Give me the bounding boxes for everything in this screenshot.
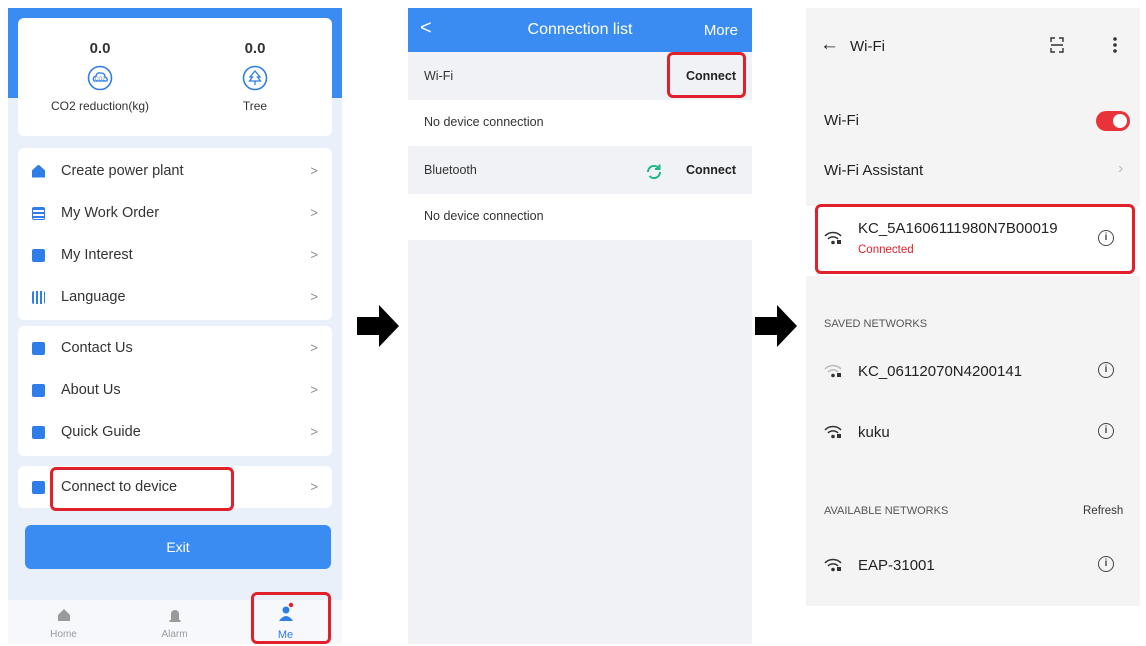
tab-label: Alarm — [161, 629, 188, 640]
home-icon — [57, 609, 70, 621]
highlight-me-tab — [251, 592, 331, 644]
info-icon[interactable]: i — [1098, 362, 1114, 378]
stats-card: 0.0 CO2 CO2 reduction(kg) 0.0 Tree — [18, 18, 332, 136]
chevron-right-icon: > — [310, 205, 318, 220]
menu-label: Contact Us — [61, 340, 133, 356]
info-icon — [32, 383, 45, 397]
more-button[interactable]: More — [704, 22, 738, 39]
tree-icon — [242, 65, 268, 91]
saved-network-item[interactable]: kuku i — [806, 412, 1140, 452]
chevron-right-icon: > — [310, 289, 318, 304]
menu-label: My Work Order — [61, 205, 160, 221]
tree-value: 0.0 — [244, 40, 266, 57]
arrow-right-icon — [357, 305, 399, 347]
refresh-button[interactable]: Refresh — [1083, 505, 1123, 517]
exit-button[interactable]: Exit — [25, 525, 331, 569]
alarm-icon — [169, 610, 180, 622]
highlight-connect-to-device — [50, 467, 234, 511]
wifi-label: Wi-Fi — [424, 69, 454, 83]
chevron-right-icon: > — [310, 247, 318, 262]
tree-label: Tree — [242, 99, 268, 113]
menu-group-account: Create power plant > My Work Order > My … — [18, 148, 332, 320]
menu-item-about-us[interactable]: About Us > — [18, 369, 332, 411]
wifi-toggle[interactable] — [1096, 111, 1130, 131]
menu-item-my-interest[interactable]: My Interest > — [18, 234, 332, 276]
wifi-settings-screen: ← Wi-Fi Wi-Fi Wi-Fi Assistant › KC_5A160… — [806, 8, 1140, 606]
chat-icon — [32, 341, 45, 355]
saved-network-item[interactable]: KC_06112070N4200141 i — [806, 351, 1140, 391]
back-arrow-icon[interactable]: ← — [820, 34, 839, 56]
svg-text:CO2: CO2 — [95, 77, 106, 83]
menu-label: About Us — [61, 382, 121, 398]
device-icon — [32, 480, 45, 494]
guide-icon — [32, 425, 45, 439]
me-screen: 0.0 CO2 CO2 reduction(kg) 0.0 Tree Creat… — [8, 8, 342, 644]
saved-networks-header: SAVED NETWORKS — [824, 318, 928, 330]
menu-item-contact-us[interactable]: Contact Us > — [18, 327, 332, 369]
menu-item-create-power-plant[interactable]: Create power plant > — [18, 150, 332, 192]
co2-stat: 0.0 CO2 CO2 reduction(kg) — [25, 18, 175, 113]
menu-label: My Interest — [61, 247, 133, 263]
menu-label: Language — [61, 289, 126, 305]
tab-label: Home — [50, 629, 77, 640]
menu-item-my-work-order[interactable]: My Work Order > — [18, 192, 332, 234]
home-icon — [32, 164, 45, 178]
menu-item-quick-guide[interactable]: Quick Guide > — [18, 411, 332, 453]
highlight-wifi-connect — [667, 52, 746, 98]
menu-label: Quick Guide — [61, 424, 141, 440]
menu-item-language[interactable]: Language > — [18, 276, 332, 318]
page-title: Wi-Fi — [850, 38, 885, 55]
language-icon — [32, 290, 45, 304]
chevron-right-icon: > — [310, 163, 318, 178]
wifi-locked-icon — [824, 558, 842, 572]
info-icon[interactable]: i — [1098, 556, 1114, 572]
chevron-right-icon: > — [310, 382, 318, 397]
more-vertical-icon[interactable] — [1112, 36, 1118, 54]
co2-label: CO2 reduction(kg) — [50, 99, 150, 113]
info-icon[interactable]: i — [1098, 423, 1114, 439]
menu-group-info: Contact Us > About Us > Quick Guide > — [18, 326, 332, 456]
available-networks-header: AVAILABLE NETWORKS — [824, 505, 949, 517]
no-device-text: No device connection — [424, 115, 544, 129]
chevron-right-icon: › — [1118, 160, 1124, 177]
co2-cloud-icon: CO2 — [87, 65, 113, 91]
wifi-device-row: No device connection — [408, 100, 752, 146]
chevron-right-icon: > — [310, 340, 318, 355]
bluetooth-row: Bluetooth Connect — [408, 148, 752, 194]
tab-home[interactable]: Home — [8, 600, 119, 640]
highlight-connected-network — [815, 204, 1135, 274]
menu-label: Create power plant — [61, 163, 184, 179]
wifi-locked-icon — [824, 425, 842, 439]
work-order-icon — [32, 206, 45, 220]
page-title: Connection list — [527, 21, 633, 38]
network-name: kuku — [858, 424, 890, 441]
no-device-text: No device connection — [424, 209, 544, 223]
chevron-right-icon: > — [310, 479, 318, 494]
arrow-right-icon — [755, 305, 797, 347]
chevron-right-icon: > — [310, 424, 318, 439]
tab-alarm[interactable]: Alarm — [119, 600, 230, 640]
connection-list-header: < Connection list More — [408, 8, 752, 52]
bluetooth-label: Bluetooth — [424, 163, 477, 177]
scan-icon[interactable] — [1050, 37, 1064, 53]
bluetooth-connect-button[interactable]: Connect — [686, 163, 736, 177]
network-name: KC_06112070N4200141 — [858, 363, 1023, 380]
star-icon — [32, 248, 45, 262]
tree-stat: 0.0 Tree — [180, 18, 330, 113]
available-network-item[interactable]: EAP-31001 i — [806, 545, 1140, 585]
wifi-toggle-label: Wi-Fi — [824, 112, 859, 129]
bluetooth-device-row: No device connection — [408, 194, 752, 240]
wifi-assistant-item[interactable]: Wi-Fi Assistant — [824, 162, 923, 179]
connection-list-screen: < Connection list More Wi-Fi Connect No … — [408, 8, 752, 644]
network-name: EAP-31001 — [858, 557, 935, 574]
refresh-icon[interactable] — [644, 162, 664, 182]
co2-value: 0.0 — [89, 40, 111, 57]
wifi-weak-locked-icon — [824, 364, 842, 378]
